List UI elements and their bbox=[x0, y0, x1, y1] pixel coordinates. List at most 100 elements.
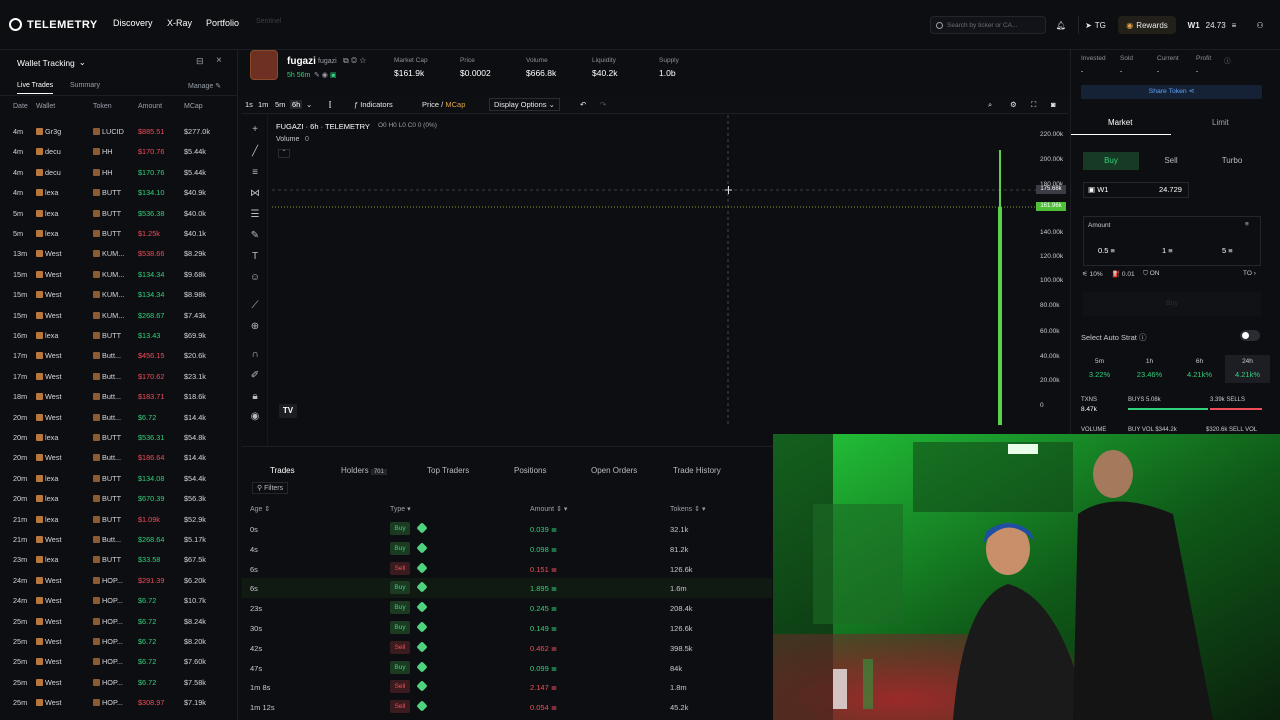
tradingview-logo[interactable]: TV bbox=[279, 404, 297, 418]
tab-market[interactable]: Market bbox=[1108, 118, 1132, 127]
table-row[interactable]: 0s Buy 0.039 ≣ 32.1k bbox=[242, 519, 772, 539]
list-item[interactable]: 21m West Butt... $268.64 $5.17k bbox=[0, 529, 238, 549]
list-item[interactable]: 25m West HOP... $308.97 $7.19k bbox=[0, 692, 238, 712]
priority-setting[interactable]: ⛽ 0.01 bbox=[1112, 270, 1135, 278]
list-item[interactable]: 4m lexa BUTT $134.10 $40.9k bbox=[0, 182, 238, 202]
manage-button[interactable]: Manage ✎ bbox=[188, 82, 221, 90]
col-age[interactable]: Age ⇕ bbox=[250, 505, 270, 513]
buy-submit-button[interactable]: Buy bbox=[1083, 292, 1261, 316]
camera-icon[interactable]: ◙ bbox=[1051, 100, 1056, 109]
table-row[interactable]: 1m 12s Sell 0.054 ≣ 45.2k bbox=[242, 697, 772, 717]
pencil-icon[interactable] bbox=[416, 641, 428, 653]
undo-icon[interactable]: ↶ bbox=[580, 100, 586, 109]
list-item[interactable]: 20m lexa BUTT $536.31 $54.8k bbox=[0, 427, 238, 447]
table-row[interactable]: 42s Sell 0.462 ≣ 398.5k bbox=[242, 638, 772, 658]
pencil-icon[interactable] bbox=[416, 522, 428, 534]
filters-button[interactable]: ⚲ Filters bbox=[252, 482, 289, 494]
candle-type-icon[interactable]: ⫿ bbox=[329, 100, 331, 110]
col-type[interactable]: Type ▾ bbox=[390, 505, 411, 513]
list-item[interactable]: 24m West HOP... $6.72 $10.7k bbox=[0, 590, 238, 610]
social-icons[interactable]: ✎ ◉ ▣ bbox=[314, 71, 337, 79]
table-row[interactable]: 6s Sell 0.151 ≣ 126.6k bbox=[242, 559, 772, 579]
nav-sentinel[interactable]: Sentinel bbox=[256, 18, 281, 25]
to-setting[interactable]: TO › bbox=[1243, 270, 1256, 277]
list-item[interactable]: 15m West KUM... $134.34 $9.68k bbox=[0, 264, 238, 284]
list-item[interactable]: 24m West HOP... $291.39 $6.20k bbox=[0, 570, 238, 590]
list-item[interactable]: 5m lexa BUTT $536.38 $40.0k bbox=[0, 203, 238, 223]
pencil-icon[interactable] bbox=[416, 621, 428, 633]
tab-open-orders[interactable]: Open Orders bbox=[591, 466, 637, 475]
search-input[interactable]: Search by ticker or CA... bbox=[930, 16, 1046, 34]
list-item[interactable]: 25m West HOP... $6.72 $7.60k bbox=[0, 651, 238, 671]
settings-icon[interactable]: ⚙ bbox=[1010, 100, 1017, 109]
tab-live-trades[interactable]: Live Trades bbox=[17, 82, 54, 94]
preset-5[interactable]: 5 ≡ bbox=[1222, 246, 1233, 255]
col-amount[interactable]: Amount ⇕ ▾ bbox=[530, 505, 567, 513]
account-button[interactable]: ⚇ bbox=[1252, 16, 1268, 34]
mev-setting[interactable]: ⛉ ON bbox=[1143, 270, 1159, 278]
app-logo[interactable]: TELEMETRY bbox=[9, 18, 98, 31]
table-row[interactable]: 4s Buy 0.098 ≣ 81.2k bbox=[242, 539, 772, 559]
list-item[interactable]: 17m West Butt... $170.62 $23.1k bbox=[0, 366, 238, 386]
list-item[interactable]: 20m West Butt... $6.72 $14.4k bbox=[0, 407, 238, 427]
interval-5m[interactable]: 5m bbox=[275, 100, 285, 109]
table-row[interactable]: 1m 8s Sell 2.147 ≣ 1.8m bbox=[242, 677, 772, 697]
tab-limit[interactable]: Limit bbox=[1212, 118, 1229, 127]
amount-menu-icon[interactable]: ≡ bbox=[1245, 221, 1249, 228]
nav-discovery[interactable]: Discovery bbox=[113, 18, 153, 28]
table-row[interactable]: 30s Buy 0.149 ≣ 126.6k bbox=[242, 618, 772, 638]
table-row[interactable]: 6s Buy 1.895 ≣ 1.6m bbox=[242, 578, 772, 599]
interval-1s[interactable]: 1s bbox=[245, 100, 253, 109]
list-item[interactable]: 15m West KUM... $268.67 $7.43k bbox=[0, 305, 238, 325]
tab-holders[interactable]: Holders 701 bbox=[341, 466, 387, 475]
pencil-icon[interactable] bbox=[416, 601, 428, 613]
indicators-button[interactable]: ƒ Indicators bbox=[354, 100, 393, 109]
period-1h[interactable]: 1h 23.46% bbox=[1127, 355, 1172, 383]
list-item[interactable]: 21m lexa BUTT $1.09k $52.9k bbox=[0, 509, 238, 529]
list-item[interactable]: 20m lexa BUTT $134.08 $54.4k bbox=[0, 468, 238, 488]
close-icon[interactable]: × bbox=[216, 55, 222, 66]
period-5m[interactable]: 5m 3.22% bbox=[1077, 355, 1122, 383]
interval-1m[interactable]: 1m bbox=[258, 100, 268, 109]
preset-1[interactable]: 1 ≡ bbox=[1162, 246, 1173, 255]
wallet-select[interactable]: ▣ W1 24.729 bbox=[1083, 182, 1189, 198]
pencil-icon[interactable] bbox=[416, 680, 428, 693]
tab-top-traders[interactable]: Top Traders bbox=[427, 466, 469, 475]
copy-icon[interactable]: ⧉ ◎ ☆ bbox=[343, 56, 366, 66]
list-item[interactable]: 20m West Butt... $186.64 $14.4k bbox=[0, 447, 238, 467]
list-item[interactable]: 25m West HOP... $6.72 $8.20k bbox=[0, 631, 238, 651]
wallet-selector[interactable]: W1 24.73 ≡ bbox=[1184, 16, 1240, 34]
period-6h[interactable]: 6h 4.21k% bbox=[1177, 355, 1222, 383]
wallet-tracking-header[interactable]: Wallet Tracking ⌄ bbox=[17, 57, 86, 68]
interval-6h[interactable]: 6h bbox=[290, 100, 303, 109]
pencil-icon[interactable] bbox=[416, 542, 428, 554]
token-avatar[interactable] bbox=[250, 50, 278, 80]
period-24h[interactable]: 24h 4.21k% bbox=[1225, 355, 1270, 383]
table-row[interactable]: 23s Buy 0.245 ≣ 208.4k bbox=[242, 598, 772, 618]
list-item[interactable]: 25m West HOP... $6.72 $7.58k bbox=[0, 672, 238, 692]
list-item[interactable]: 4m decu HH $170.76 $5.44k bbox=[0, 162, 238, 182]
slippage-setting[interactable]: ⚟ 10% bbox=[1082, 270, 1103, 278]
fullscreen-icon[interactable]: ⛶ bbox=[1031, 100, 1036, 110]
list-item[interactable]: 15m West KUM... $134.34 $8.98k bbox=[0, 284, 238, 304]
list-item[interactable]: 16m lexa BUTT $13.43 $69.9k bbox=[0, 325, 238, 345]
tab-trades[interactable]: Trades bbox=[270, 466, 295, 475]
tab-positions[interactable]: Positions bbox=[514, 466, 546, 475]
auto-strat-toggle[interactable] bbox=[1240, 330, 1260, 341]
list-item[interactable]: 20m lexa BUTT $670.39 $56.3k bbox=[0, 488, 238, 508]
table-row[interactable]: 47s Buy 0.099 ≣ 84k bbox=[242, 658, 772, 678]
buy-mode-button[interactable]: Buy bbox=[1083, 152, 1139, 170]
nav-portfolio[interactable]: Portfolio bbox=[206, 18, 239, 28]
pencil-icon[interactable] bbox=[416, 581, 428, 594]
list-item[interactable]: 13m West KUM... $538.66 $8.29k bbox=[0, 243, 238, 263]
pencil-icon[interactable] bbox=[416, 700, 428, 712]
chevron-down-icon[interactable]: ⌄ bbox=[306, 100, 312, 109]
list-item[interactable]: 17m West Butt... $456.15 $20.6k bbox=[0, 345, 238, 365]
collapse-icon[interactable]: ⊟ bbox=[196, 56, 204, 67]
share-token-button[interactable]: Share Token ⋖ bbox=[1081, 85, 1262, 99]
nav-x-ray[interactable]: X-Ray bbox=[167, 18, 192, 28]
zoom-icon[interactable]: ⌕ bbox=[988, 100, 992, 110]
notifications-button[interactable]: 🔔︎ bbox=[1053, 16, 1069, 34]
sell-mode-button[interactable]: Sell bbox=[1143, 152, 1199, 170]
pencil-icon[interactable] bbox=[416, 561, 428, 574]
